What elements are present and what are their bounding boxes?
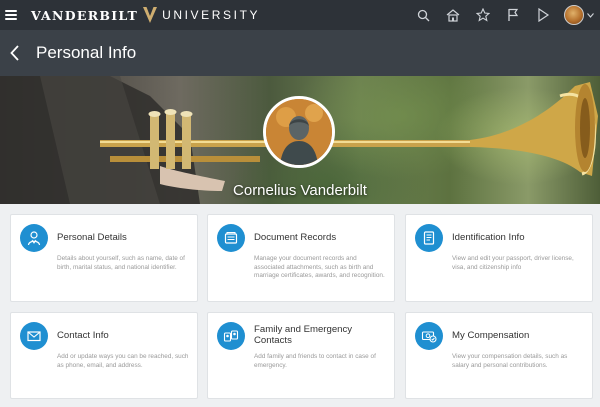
card-description: Manage your document records and associa… (254, 255, 385, 279)
vanderbilt-v-icon (143, 7, 158, 23)
card-family-emergency-contacts[interactable]: Family and Emergency Contacts Add family… (207, 312, 395, 399)
hamburger-menu-icon[interactable] (5, 10, 17, 20)
family-contacts-icon (217, 322, 245, 350)
avatar (564, 5, 584, 25)
home-icon[interactable] (438, 0, 468, 30)
profile-name: Cornelius Vanderbilt (233, 182, 367, 199)
card-description: Add or update ways you can be reached, s… (57, 353, 189, 369)
brand-name-left: VANDERBILT (31, 7, 139, 23)
global-header: VANDERBILT UNIVERSITY (0, 0, 600, 30)
back-chevron-icon[interactable] (4, 30, 24, 76)
id-card-icon (415, 224, 443, 252)
signout-icon[interactable] (528, 0, 558, 30)
envelope-icon (20, 322, 48, 350)
card-title: Personal Details (57, 232, 127, 243)
card-description: View your compensation details, such as … (452, 353, 568, 369)
chevron-down-icon (587, 12, 594, 18)
document-records-icon (217, 224, 245, 252)
card-personal-details[interactable]: Personal Details Details about yourself,… (10, 214, 198, 302)
card-identification-info[interactable]: Identification Info View and edit your p… (405, 214, 593, 302)
search-icon[interactable] (408, 0, 438, 30)
star-icon[interactable] (468, 0, 498, 30)
card-title: My Compensation (452, 330, 530, 341)
card-title: Family and Emergency Contacts (254, 324, 353, 346)
card-my-compensation[interactable]: My Compensation View your compensation d… (405, 312, 593, 399)
page-header: Personal Info (0, 30, 600, 76)
card-contact-info[interactable]: Contact Info Add or update ways you can … (10, 312, 198, 399)
person-icon (20, 224, 48, 252)
card-description: Details about yourself, such as name, da… (57, 255, 185, 271)
profile-photo (263, 96, 335, 168)
card-title: Identification Info (452, 232, 525, 243)
page-footer-strip (0, 399, 600, 407)
card-title: Document Records (254, 232, 337, 243)
brand-logo[interactable]: VANDERBILT UNIVERSITY (31, 6, 260, 24)
flag-icon[interactable] (498, 0, 528, 30)
header-icon-group (408, 0, 600, 30)
card-title: Contact Info (57, 330, 109, 341)
user-menu[interactable] (564, 5, 594, 25)
card-description: Add family and friends to contact in cas… (254, 353, 376, 369)
brand-name-right: UNIVERSITY (162, 8, 261, 22)
page-title: Personal Info (36, 43, 137, 62)
card-description: View and edit your passport, driver lice… (452, 255, 574, 271)
card-document-records[interactable]: Document Records Manage your document re… (207, 214, 395, 302)
compensation-icon (415, 322, 443, 350)
